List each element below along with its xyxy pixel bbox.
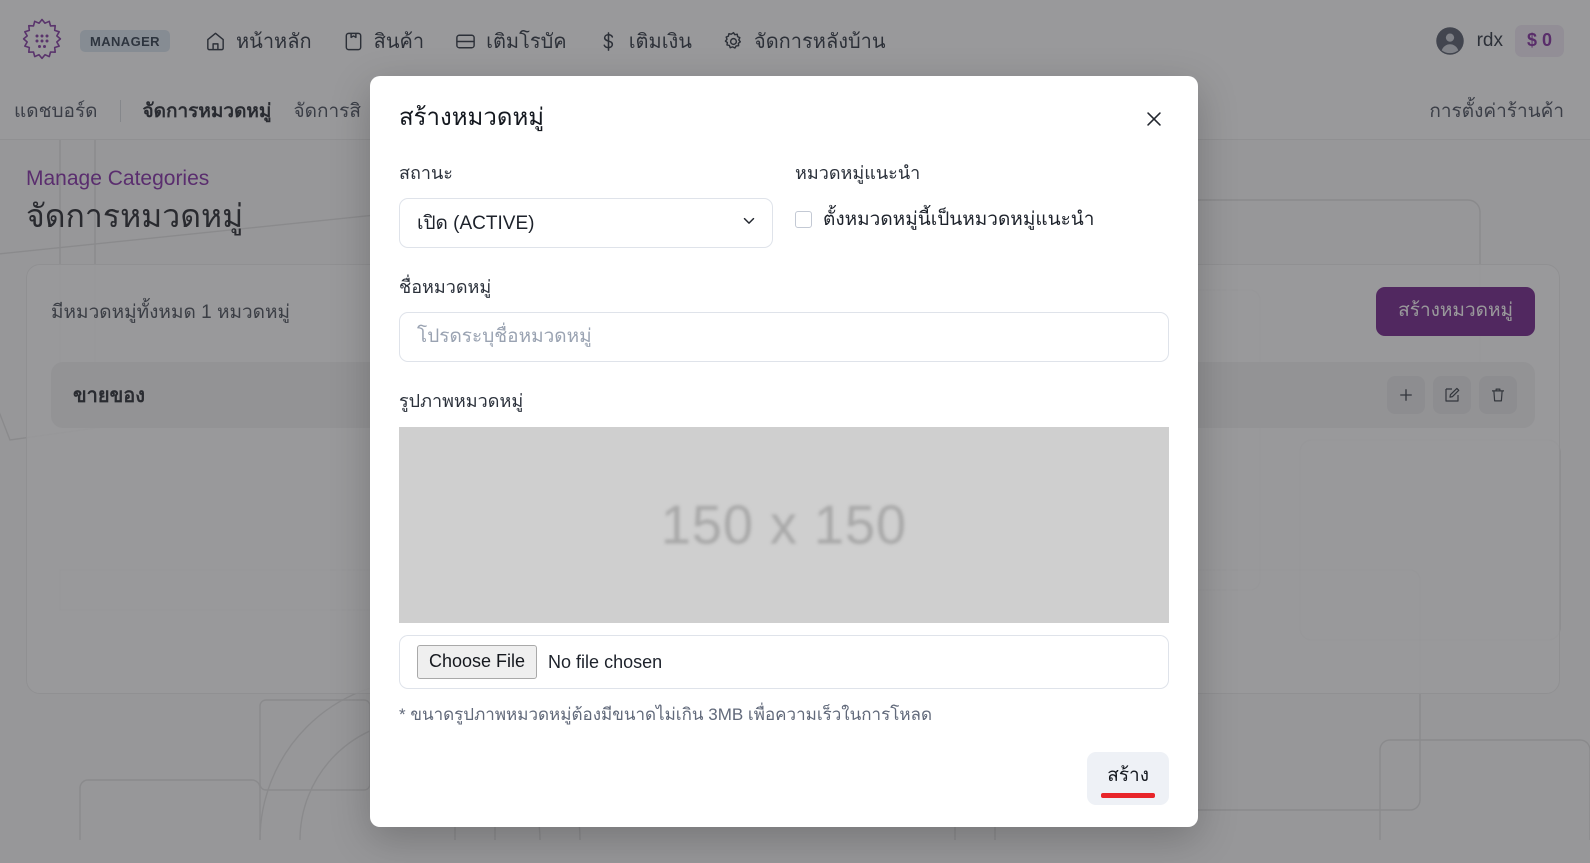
category-name-field: ชื่อหมวดหมู่	[399, 272, 1169, 362]
featured-checkbox[interactable]	[795, 210, 812, 228]
modal-title: สร้างหมวดหมู่	[399, 104, 545, 131]
file-status-text: No file chosen	[548, 651, 663, 672]
submit-button-label: สร้าง	[1107, 765, 1149, 787]
close-icon	[1143, 112, 1165, 133]
submit-highlight-underline	[1101, 793, 1155, 798]
create-category-modal: สร้างหมวดหมู่ สถานะ เปิด (ACTIVE) ปิด (I…	[370, 76, 1198, 827]
category-image-field: รูปภาพหมวดหมู่ 150 x 150 Choose File No …	[399, 386, 1169, 727]
featured-label: หมวดหมู่แนะนำ	[795, 163, 921, 183]
category-name-input[interactable]	[399, 312, 1169, 362]
modal-footer: สร้าง	[399, 752, 1169, 827]
status-select[interactable]: เปิด (ACTIVE) ปิด (INACTIVE)	[399, 198, 773, 248]
file-input-row[interactable]: Choose File No file chosen	[399, 635, 1169, 689]
category-name-label: ชื่อหมวดหมู่	[399, 277, 492, 297]
modal-header: สร้างหมวดหมู่	[399, 76, 1169, 134]
status-and-featured-row: สถานะ เปิด (ACTIVE) ปิด (INACTIVE) หมวดห…	[399, 158, 1169, 248]
status-select-wrapper: เปิด (ACTIVE) ปิด (INACTIVE)	[399, 198, 773, 248]
image-preview: 150 x 150	[399, 427, 1169, 623]
featured-field: หมวดหมู่แนะนำ ตั้งหมวดหมู่นี้เป็นหมวดหมู…	[795, 158, 1169, 248]
image-size-hint: * ขนาดรูปภาพหมวดหมู่ต้องมีขนาดไม่เกิน 3M…	[399, 705, 932, 724]
status-field: สถานะ เปิด (ACTIVE) ปิด (INACTIVE)	[399, 158, 773, 248]
submit-create-button[interactable]: สร้าง	[1087, 752, 1169, 805]
status-label: สถานะ	[399, 163, 453, 183]
close-modal-button[interactable]	[1139, 104, 1169, 134]
featured-checkbox-label[interactable]: ตั้งหมวดหมู่นี้เป็นหมวดหมู่แนะนำ	[823, 204, 1094, 234]
image-placeholder-text: 150 x 150	[660, 494, 908, 556]
choose-file-button[interactable]: Choose File	[417, 645, 538, 679]
category-image-label: รูปภาพหมวดหมู่	[399, 391, 524, 411]
featured-checkbox-row[interactable]: ตั้งหมวดหมู่นี้เป็นหมวดหมู่แนะนำ	[795, 204, 1169, 234]
